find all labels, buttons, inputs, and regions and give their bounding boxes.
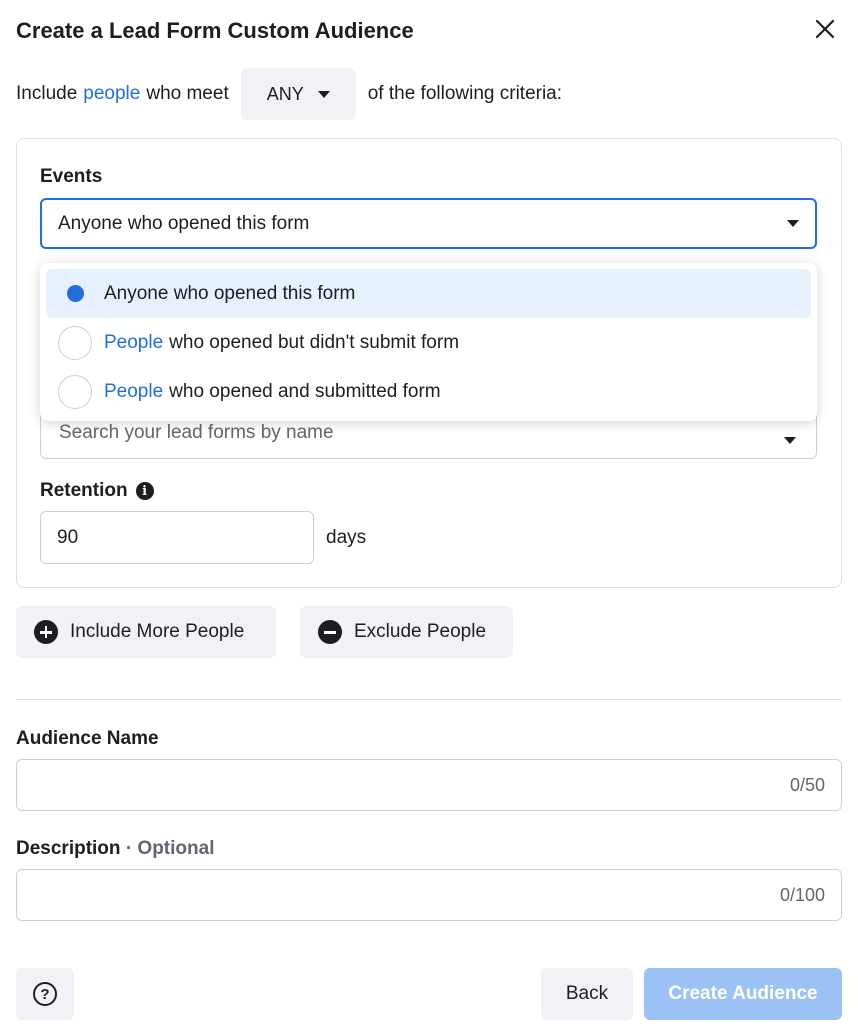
description-label-text: Description <box>16 838 121 859</box>
event-option[interactable]: Anyone who opened this form <box>46 269 811 318</box>
caret-down-icon <box>784 437 796 444</box>
retention-input[interactable]: 90 <box>40 511 314 564</box>
radio-unselected-icon <box>58 325 92 360</box>
event-option-label: Anyone who opened this form <box>104 282 356 304</box>
audience-name-input[interactable]: 0/50 <box>16 759 842 811</box>
events-dropdown-menu: Anyone who opened this form People who o… <box>40 263 817 421</box>
optional-tag: · Optional <box>125 838 215 859</box>
description-label: Description · Optional <box>16 838 214 860</box>
retention-unit: days <box>326 527 367 548</box>
match-type-dropdown[interactable]: ANY <box>240 68 356 120</box>
description-input[interactable]: 0/100 <box>16 869 842 921</box>
radio-unselected-icon <box>58 374 92 409</box>
close-icon[interactable] <box>812 16 838 42</box>
criteria-middle: who meet <box>146 83 229 104</box>
events-label: Events <box>40 166 103 187</box>
help-button[interactable]: ? <box>16 968 74 1020</box>
minus-circle-icon <box>318 620 342 644</box>
criteria-prefix: Include <box>16 83 78 104</box>
lead-forms-placeholder: Search your lead forms by name <box>59 422 334 443</box>
people-link[interactable]: people <box>83 83 140 105</box>
event-option[interactable]: People who opened but didn't submit form <box>46 318 811 367</box>
plus-circle-icon <box>34 620 58 644</box>
description-counter: 0/100 <box>779 884 825 905</box>
exclude-people-label: Exclude People <box>354 621 487 642</box>
dialog-title: Create a Lead Form Custom Audience <box>16 18 414 43</box>
event-option-highlight: People <box>104 380 164 402</box>
criteria-suffix: of the following criteria: <box>367 83 563 104</box>
event-option[interactable]: People who opened and submitted form <box>46 367 811 416</box>
audience-name-label: Audience Name <box>16 728 159 749</box>
criteria-row: Include people who meet ANY of the follo… <box>16 68 562 120</box>
radio-selected-icon <box>58 277 92 311</box>
info-icon[interactable]: i <box>135 482 154 500</box>
caret-down-icon <box>317 90 330 98</box>
retention-label: Retention i <box>40 480 154 502</box>
event-option-label: who opened but didn't submit form <box>169 331 460 353</box>
retention-label-text: Retention <box>40 480 128 501</box>
create-audience-button[interactable]: Create Audience <box>644 968 842 1020</box>
include-more-people-button[interactable]: Include More People <box>16 606 276 658</box>
events-select[interactable]: Anyone who opened this form <box>40 198 817 249</box>
question-mark-icon: ? <box>33 982 57 1006</box>
match-type-value: ANY <box>266 83 304 104</box>
exclude-people-button[interactable]: Exclude People <box>300 606 513 658</box>
include-more-people-label: Include More People <box>70 621 245 642</box>
back-button[interactable]: Back <box>541 968 633 1020</box>
divider <box>16 699 842 700</box>
audience-name-counter: 0/50 <box>789 774 825 795</box>
events-selected-value: Anyone who opened this form <box>58 212 310 234</box>
caret-down-icon <box>787 220 799 227</box>
event-option-highlight: People <box>104 331 164 353</box>
event-option-label: who opened and submitted form <box>169 380 441 402</box>
